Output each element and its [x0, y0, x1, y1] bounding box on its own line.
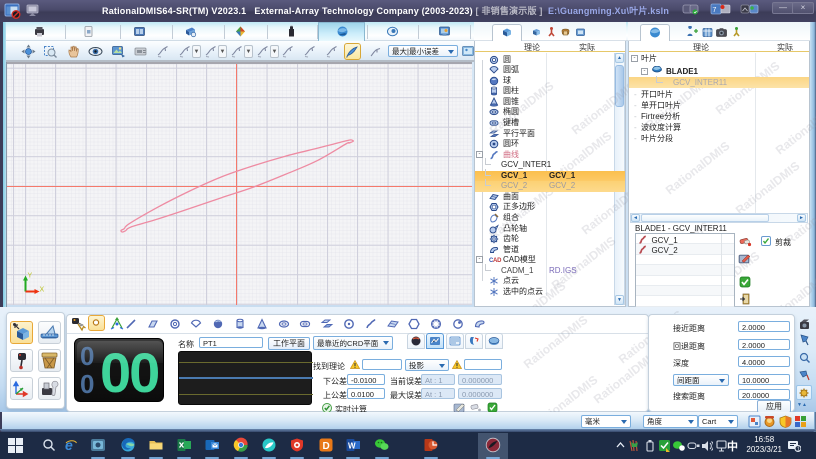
svg-text:W: W [348, 442, 356, 451]
svg-text:7: 7 [713, 7, 717, 14]
svg-text:Y: Y [28, 273, 33, 280]
svg-text:e: e [65, 437, 73, 453]
svg-text:D: D [322, 441, 329, 452]
svg-text:1: 1 [797, 447, 800, 453]
svg-text:X: X [40, 287, 45, 294]
